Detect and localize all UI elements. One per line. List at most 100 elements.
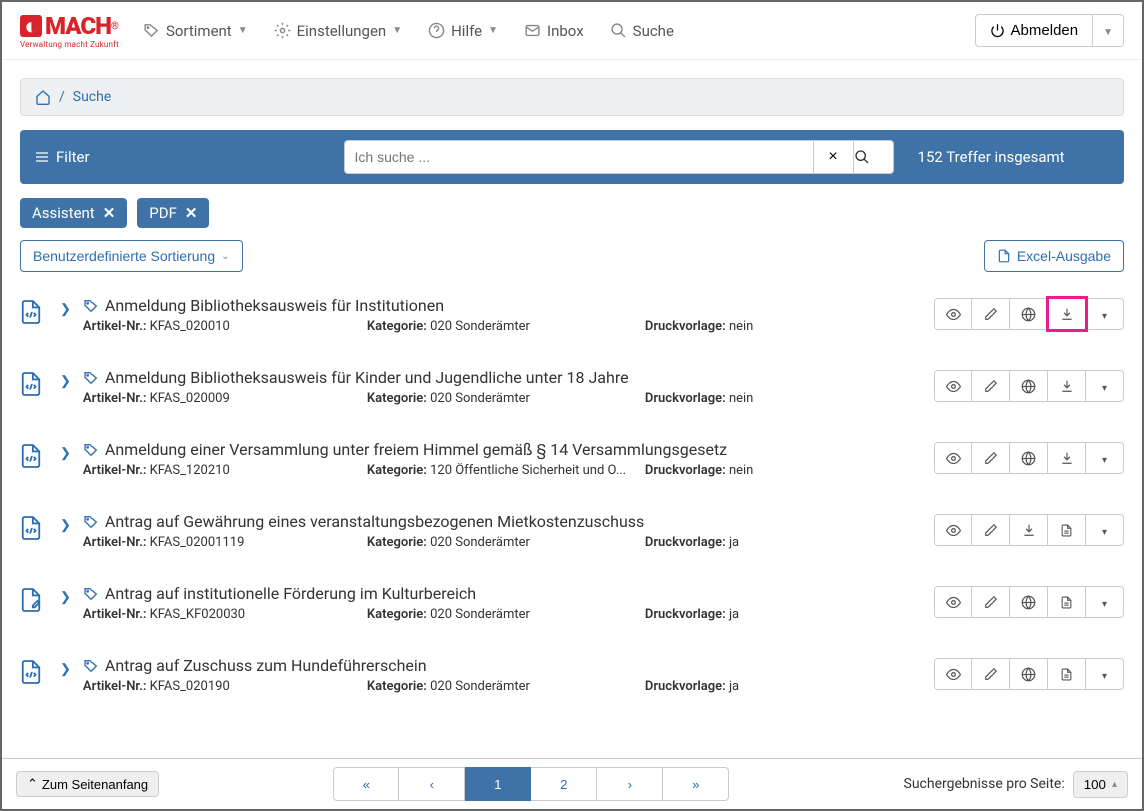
logout-button[interactable]: Abmelden xyxy=(975,14,1094,47)
result-title[interactable]: Anmeldung einer Versammlung unter freiem… xyxy=(83,440,922,459)
result-title[interactable]: Antrag auf Zuschuss zum Hundeführerschei… xyxy=(83,656,922,675)
meta-druckvorlage-value: ja xyxy=(729,607,739,622)
action-globe-button[interactable] xyxy=(1010,370,1048,402)
page-button[interactable]: 1 xyxy=(465,767,531,801)
chip-pdf[interactable]: PDF✕ xyxy=(137,198,209,228)
action-download-button[interactable] xyxy=(1048,370,1086,402)
breadcrumb-sep: / xyxy=(59,89,65,105)
action-doc-button[interactable] xyxy=(1048,514,1086,546)
meta-artikel-label: Artikel-Nr.: xyxy=(83,463,146,478)
mail-icon xyxy=(524,22,541,39)
action-caret-button[interactable]: ▾ xyxy=(1086,586,1124,618)
search-input[interactable] xyxy=(344,140,814,174)
action-eye-button[interactable] xyxy=(934,442,972,474)
meta-kategorie-value: 020 Sonderämter xyxy=(430,535,530,550)
page-button[interactable]: 2 xyxy=(531,767,597,801)
meta-druckvorlage-value: nein xyxy=(729,391,753,406)
file-type-icon xyxy=(20,512,48,542)
action-eye-button[interactable] xyxy=(934,514,972,546)
scroll-to-top-button[interactable]: ⌃Zum Seitenanfang xyxy=(16,771,159,797)
close-icon[interactable]: ✕ xyxy=(103,204,116,222)
globe-icon xyxy=(1021,451,1036,466)
page-button[interactable]: ‹ xyxy=(399,767,465,801)
action-pencil-button[interactable] xyxy=(972,586,1010,618)
search-clear-button[interactable]: × xyxy=(814,140,854,174)
logout-dropdown[interactable]: ▼ xyxy=(1093,14,1124,47)
expand-toggle[interactable]: ❯ xyxy=(60,512,71,533)
filter-bar: Filter × 152 Treffer insgesamt xyxy=(20,130,1124,184)
gear-icon xyxy=(274,22,291,39)
action-download-button[interactable] xyxy=(1010,514,1048,546)
expand-toggle[interactable]: ❯ xyxy=(60,296,71,317)
globe-icon xyxy=(1021,595,1036,610)
expand-toggle[interactable]: ❯ xyxy=(60,368,71,389)
sort-dropdown[interactable]: Benutzerdefinierte Sortierung⌄ xyxy=(20,240,243,272)
page-button[interactable]: » xyxy=(663,767,729,801)
nav-suche[interactable]: Suche xyxy=(610,22,674,40)
meta-kategorie-value: 020 Sonderämter xyxy=(430,319,530,334)
result-title[interactable]: Anmeldung Bibliotheksausweis für Institu… xyxy=(83,296,922,315)
meta-artikel-label: Artikel-Nr.: xyxy=(83,679,146,694)
page-button[interactable]: › xyxy=(597,767,663,801)
per-page-dropdown[interactable]: 100▴ xyxy=(1073,771,1128,798)
result-title[interactable]: Antrag auf institutionelle Förderung im … xyxy=(83,584,922,603)
tag-icon xyxy=(83,586,99,602)
action-caret-button[interactable]: ▾ xyxy=(1086,514,1124,546)
globe-icon xyxy=(1021,307,1036,322)
action-globe-button[interactable] xyxy=(1010,586,1048,618)
action-download-button[interactable] xyxy=(1048,298,1086,330)
logo[interactable]: ◐MACH® Verwaltung macht Zukunft xyxy=(20,12,119,49)
meta-druckvorlage-value: nein xyxy=(729,463,753,478)
action-globe-button[interactable] xyxy=(1010,658,1048,690)
page-button[interactable]: « xyxy=(333,767,399,801)
result-row: ❯ Anmeldung Bibliotheksausweis für Insti… xyxy=(20,286,1124,358)
action-download-button[interactable] xyxy=(1048,442,1086,474)
meta-druckvorlage-value: ja xyxy=(729,679,739,694)
expand-toggle[interactable]: ❯ xyxy=(60,440,71,461)
caret-icon: ▾ xyxy=(1102,594,1107,610)
hamburger-icon xyxy=(34,149,50,165)
result-row: ❯ Antrag auf institutionelle Förderung i… xyxy=(20,574,1124,646)
action-pencil-button[interactable] xyxy=(972,298,1010,330)
action-pencil-button[interactable] xyxy=(972,658,1010,690)
filter-toggle[interactable]: Filter xyxy=(34,148,90,166)
action-pencil-button[interactable] xyxy=(972,442,1010,474)
chevron-up-icon: ⌃ xyxy=(27,776,38,792)
action-pencil-button[interactable] xyxy=(972,370,1010,402)
excel-export-button[interactable]: Excel-Ausgabe xyxy=(984,240,1124,272)
action-caret-button[interactable]: ▾ xyxy=(1086,658,1124,690)
nav-einstellungen[interactable]: Einstellungen▼ xyxy=(274,22,402,40)
nav-sortiment[interactable]: Sortiment▼ xyxy=(143,22,248,40)
expand-toggle[interactable]: ❯ xyxy=(60,584,71,605)
action-caret-button[interactable]: ▾ xyxy=(1086,370,1124,402)
action-doc-button[interactable] xyxy=(1048,586,1086,618)
action-eye-button[interactable] xyxy=(934,586,972,618)
close-icon[interactable]: ✕ xyxy=(185,204,198,222)
action-caret-button[interactable]: ▾ xyxy=(1086,442,1124,474)
tag-icon xyxy=(83,514,99,530)
breadcrumb-current[interactable]: Suche xyxy=(73,89,112,105)
search-submit-button[interactable] xyxy=(854,140,894,174)
action-eye-button[interactable] xyxy=(934,658,972,690)
top-nav: ◐MACH® Verwaltung macht Zukunft Sortimen… xyxy=(2,2,1142,60)
action-pencil-button[interactable] xyxy=(972,514,1010,546)
action-caret-button[interactable]: ▾ xyxy=(1086,298,1124,330)
result-title[interactable]: Anmeldung Bibliotheksausweis für Kinder … xyxy=(83,368,922,387)
meta-druckvorlage-label: Druckvorlage: xyxy=(645,679,726,694)
meta-artikel-label: Artikel-Nr.: xyxy=(83,535,146,550)
meta-kategorie-value: 120 Öffentliche Sicherheit und O... xyxy=(430,463,626,478)
nav-hilfe[interactable]: Hilfe▼ xyxy=(428,22,498,40)
pencil-icon xyxy=(984,307,998,321)
nav-inbox[interactable]: Inbox xyxy=(524,22,584,40)
result-title[interactable]: Antrag auf Gewährung eines veranstaltung… xyxy=(83,512,922,531)
action-globe-button[interactable] xyxy=(1010,442,1048,474)
action-doc-button[interactable] xyxy=(1048,658,1086,690)
action-eye-button[interactable] xyxy=(934,370,972,402)
action-globe-button[interactable] xyxy=(1010,298,1048,330)
expand-toggle[interactable]: ❯ xyxy=(60,656,71,677)
row-actions: ▾ xyxy=(934,512,1124,546)
action-eye-button[interactable] xyxy=(934,298,972,330)
breadcrumb-home[interactable] xyxy=(35,89,51,105)
chip-assistent[interactable]: Assistent✕ xyxy=(20,198,127,228)
meta-druckvorlage-value: nein xyxy=(729,319,753,334)
